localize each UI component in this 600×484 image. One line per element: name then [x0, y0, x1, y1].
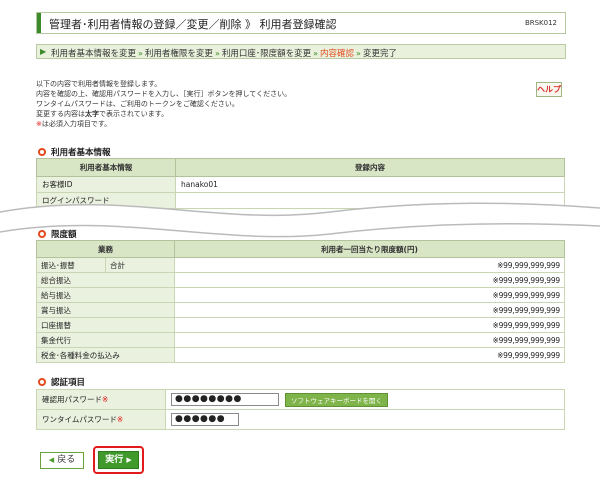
row-value: ※999,999,999,999 — [174, 332, 565, 348]
content-break-wave — [0, 202, 600, 238]
intro-line-3: ワンタイムパスワードは、ご利用のトークンをご確認ください。 — [36, 100, 239, 108]
step-separator-icon: » — [313, 49, 319, 58]
row-label: 税金･各種料金の払込み — [36, 347, 175, 363]
back-arrow-icon: ◀ — [48, 456, 55, 464]
section-bullet-icon — [38, 148, 46, 156]
col-header: 利用者基本情報 — [36, 158, 176, 177]
table-row: 総合振込 ※999,999,999,999 — [36, 272, 565, 288]
table-row: 給与振込 ※999,999,999,999 — [36, 287, 565, 303]
screen-code: BRSK012 — [524, 19, 557, 27]
back-button[interactable]: ◀ 戻る — [40, 452, 84, 469]
row-label: 給与振込 — [36, 287, 175, 303]
limits-heading: 限度額 — [38, 228, 77, 240]
col-header: 利用者一回当たり限度額(円) — [174, 240, 565, 258]
execute-button-highlight: 実行 ▶ — [93, 446, 144, 474]
row-label: 口座振替 — [36, 317, 175, 333]
row-value: ※999,999,999,999 — [174, 287, 565, 303]
step-separator-icon: » — [214, 49, 220, 58]
row-label: 振込･振替 — [36, 257, 106, 273]
step-separator-icon: » — [356, 49, 361, 58]
section-bullet-icon — [38, 378, 46, 386]
intro-line-2: 内容を確認の上、確認用パスワードを入力し、［実行］ボタンを押してください。 — [36, 90, 292, 98]
confirm-password-input[interactable]: ●●●●●●●● — [171, 393, 279, 406]
step-separator-icon: » — [138, 49, 143, 58]
row-value: ※999,999,999,999 — [174, 272, 565, 288]
execute-arrow-icon: ▶ — [126, 456, 132, 464]
otp-label: ワンタイムパスワード※ — [36, 409, 166, 430]
page-title: 管理者･利用者情報の登録／変更／削除 》 利用者登録確認 — [49, 18, 337, 31]
otp-cell: ●●●●●● — [165, 409, 565, 430]
row-value: ※99,999,999,999 — [174, 257, 565, 273]
auth-heading: 認証項目 — [38, 376, 85, 388]
row-value: ※999,999,999,999 — [174, 317, 565, 333]
step-5: 変更完了 — [362, 49, 397, 59]
execute-button[interactable]: 実行 ▶ — [98, 451, 139, 469]
section-bullet-icon — [38, 230, 46, 238]
col-header: 業務 — [36, 240, 175, 258]
step-3: 利用口座･限度額を変更 — [221, 49, 312, 59]
software-keyboard-button[interactable]: ソフトウェアキーボードを開く — [285, 392, 388, 407]
title-accent — [37, 13, 41, 33]
bold-sample: 太字 — [85, 110, 99, 118]
page-title-bar: 管理者･利用者情報の登録／変更／削除 》 利用者登録確認 BRSK012 — [36, 12, 566, 34]
intro-line-1: 以下の内容で利用者情報を登録します。 — [36, 80, 162, 88]
limits-table: 業務 利用者一回当たり限度額(円) 振込･振替 合計 ※99,999,999,9… — [36, 240, 565, 363]
row-sublabel: 合計 — [105, 257, 175, 273]
step-indicator: ▶ 利用者基本情報を変更» 利用者権限を変更» 利用口座･限度額を変更» 内容確認» 変… — [36, 44, 566, 59]
intro-line-5: ※は必須入力項目です。 — [36, 120, 112, 128]
row-value: ※999,999,999,999 — [174, 302, 565, 318]
step-2: 利用者権限を変更 — [144, 49, 213, 59]
step-4-current: 内容確認 — [320, 49, 355, 59]
step-1: 利用者基本情報を変更 — [51, 49, 137, 59]
row-value: ※99,999,999,999 — [174, 347, 565, 363]
table-row: 確認用パスワード※ ●●●●●●●● ソフトウェアキーボードを開く — [36, 389, 565, 410]
table-row: 集金代行 ※999,999,999,999 — [36, 332, 565, 348]
step-caret-icon: ▶ — [40, 47, 47, 56]
row-label: 総合振込 — [36, 272, 175, 288]
intro-line-4: 変更する内容は太字で表示されています。 — [36, 110, 169, 118]
col-header: 登録内容 — [175, 158, 565, 177]
otp-input[interactable]: ●●●●●● — [171, 413, 239, 426]
confirm-password-cell: ●●●●●●●● ソフトウェアキーボードを開く — [165, 389, 565, 410]
row-label: 集金代行 — [36, 332, 175, 348]
table-row: 振込･振替 合計 ※99,999,999,999 — [36, 257, 565, 273]
row-label: 賞与振込 — [36, 302, 175, 318]
table-row: ワンタイムパスワード※ ●●●●●● — [36, 409, 565, 430]
basic-info-heading: 利用者基本情報 — [38, 146, 111, 158]
confirm-password-label: 確認用パスワード※ — [36, 389, 166, 410]
table-row: 賞与振込 ※999,999,999,999 — [36, 302, 565, 318]
help-button[interactable]: ヘルプ — [536, 82, 562, 97]
table-row: 口座振替 ※999,999,999,999 — [36, 317, 565, 333]
table-row: 税金･各種料金の払込み ※99,999,999,999 — [36, 347, 565, 363]
intro-text: 以下の内容で利用者情報を登録します。 内容を確認の上、確認用パスワードを入力し、… — [36, 79, 291, 129]
auth-table: 確認用パスワード※ ●●●●●●●● ソフトウェアキーボードを開く ワンタイムパス… — [36, 389, 565, 430]
